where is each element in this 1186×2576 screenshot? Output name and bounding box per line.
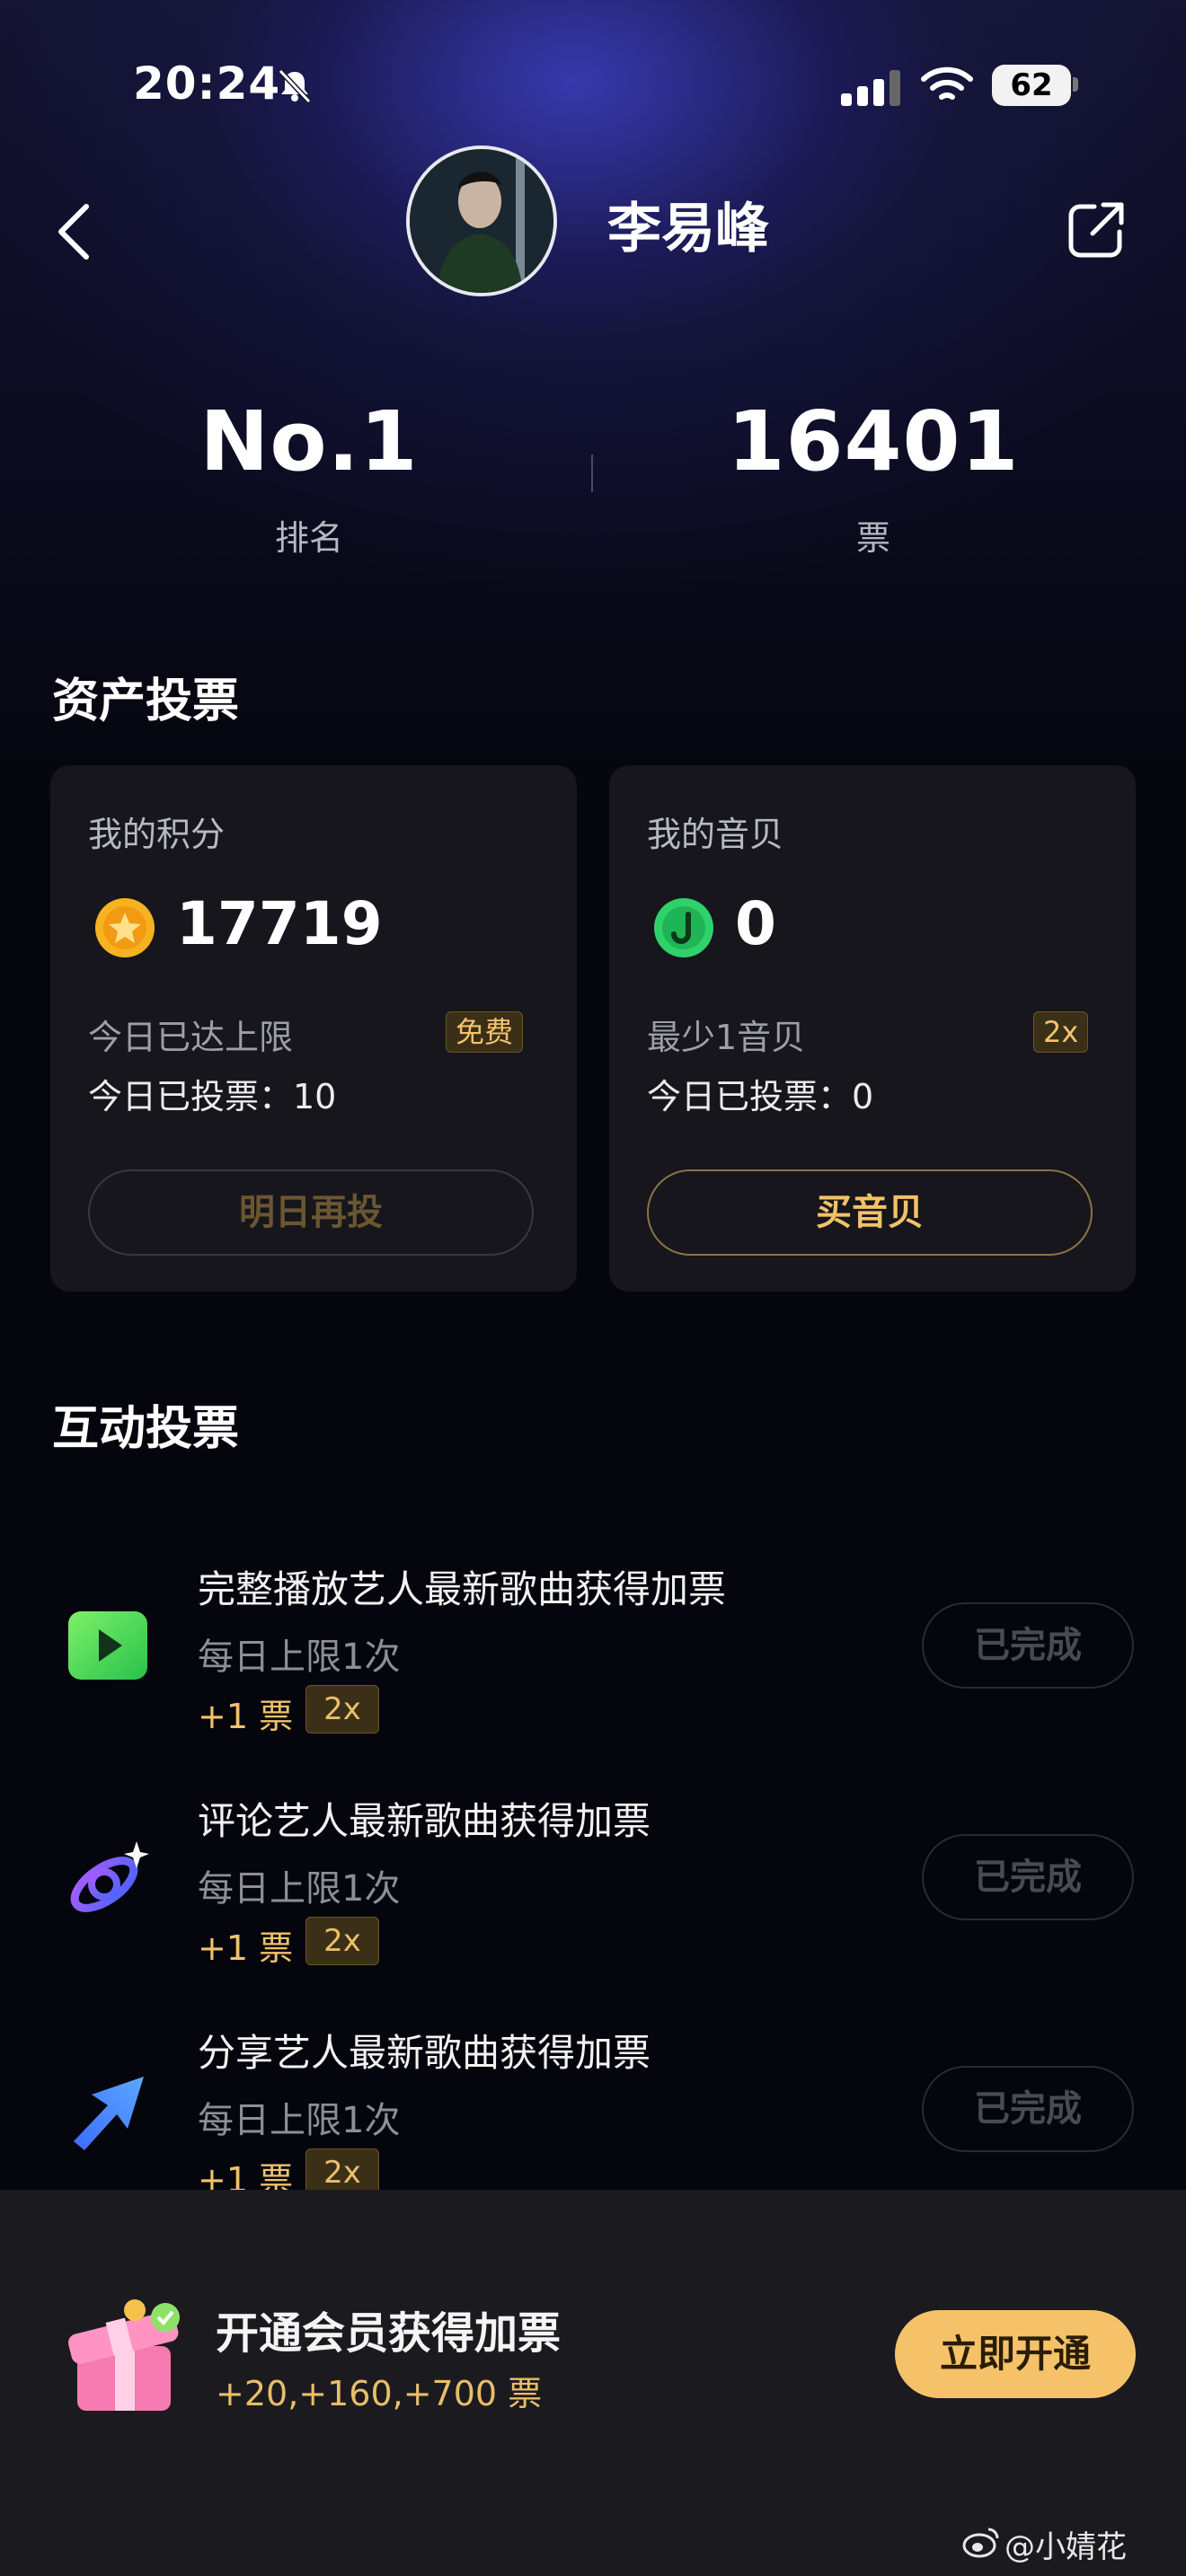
yinbei-multiplier-tag: 2x xyxy=(1033,1011,1089,1053)
stats-divider xyxy=(591,454,593,492)
avatar-portrait-icon xyxy=(410,149,553,293)
task-reward: +1 票 xyxy=(198,1928,294,1968)
votes-value: 16401 xyxy=(727,393,1020,490)
yinbei-coin-icon xyxy=(654,898,713,957)
yinbei-value: 0 xyxy=(735,889,776,958)
points-value: 17719 xyxy=(176,889,383,958)
task-title: 评论艺人最新歌曲获得加票 xyxy=(198,1799,651,1843)
points-free-tag: 免费 xyxy=(446,1011,524,1053)
watermark-text: @小婧花 xyxy=(1005,2529,1127,2565)
task-limit: 每日上限1次 xyxy=(198,1868,401,1910)
comment-planet-icon xyxy=(70,1841,149,1912)
play-icon xyxy=(68,1611,147,1680)
points-card-title: 我的积分 xyxy=(88,815,226,854)
yinbei-voted-today: 今日已投票：0 xyxy=(647,1077,874,1116)
status-time: 20:24 xyxy=(133,57,281,110)
open-vip-button[interactable]: 立即开通 xyxy=(895,2310,1136,2398)
task-limit: 每日上限1次 xyxy=(198,2100,401,2141)
task-done-button[interactable]: 已完成 xyxy=(922,2066,1134,2152)
vip-title: 开通会员获得加票 xyxy=(216,2308,562,2359)
battery-tip xyxy=(1073,77,1078,92)
yinbei-min-text: 最少1音贝 xyxy=(647,1018,806,1057)
task-multiplier-tag: 2x xyxy=(305,1685,379,1734)
task-done-button[interactable]: 已完成 xyxy=(922,1602,1134,1689)
artist-name: 李易峰 xyxy=(607,198,769,260)
wifi-icon xyxy=(921,66,973,100)
weibo-icon xyxy=(962,2527,999,2558)
signal-icon xyxy=(841,70,900,106)
task-multiplier-tag: 2x xyxy=(305,1917,379,1965)
points-coin-icon xyxy=(95,898,155,957)
points-limit-text: 今日已达上限 xyxy=(88,1018,294,1057)
gift-box-icon xyxy=(68,2299,180,2411)
task-title: 完整播放艺人最新歌曲获得加票 xyxy=(198,1567,727,1611)
votes-label: 票 xyxy=(855,518,890,558)
yinbei-card-title: 我的音贝 xyxy=(647,815,784,854)
task-done-button[interactable]: 已完成 xyxy=(922,1834,1134,1920)
share-arrow-icon xyxy=(74,2077,144,2150)
asset-section-title: 资产投票 xyxy=(52,675,240,728)
task-reward: +1 票 xyxy=(198,1697,294,1736)
bell-muted-icon xyxy=(278,68,312,104)
battery-indicator: 62 xyxy=(992,65,1071,106)
artist-avatar[interactable] xyxy=(406,146,557,296)
points-voted-today: 今日已投票：10 xyxy=(88,1077,337,1116)
vip-subtitle: +20,+160,+700 票 xyxy=(216,2374,543,2413)
task-limit: 每日上限1次 xyxy=(198,1636,401,1678)
buy-yinbei-button[interactable]: 买音贝 xyxy=(647,1169,1093,1256)
interact-section-title: 互动投票 xyxy=(52,1402,240,1456)
task-title: 分享艺人最新歌曲获得加票 xyxy=(198,2031,651,2075)
rank-value: No.1 xyxy=(199,393,419,490)
vote-tomorrow-button[interactable]: 明日再投 xyxy=(88,1169,534,1256)
share-icon[interactable] xyxy=(1064,198,1128,262)
back-icon[interactable] xyxy=(52,199,95,264)
rank-label: 排名 xyxy=(274,518,343,558)
